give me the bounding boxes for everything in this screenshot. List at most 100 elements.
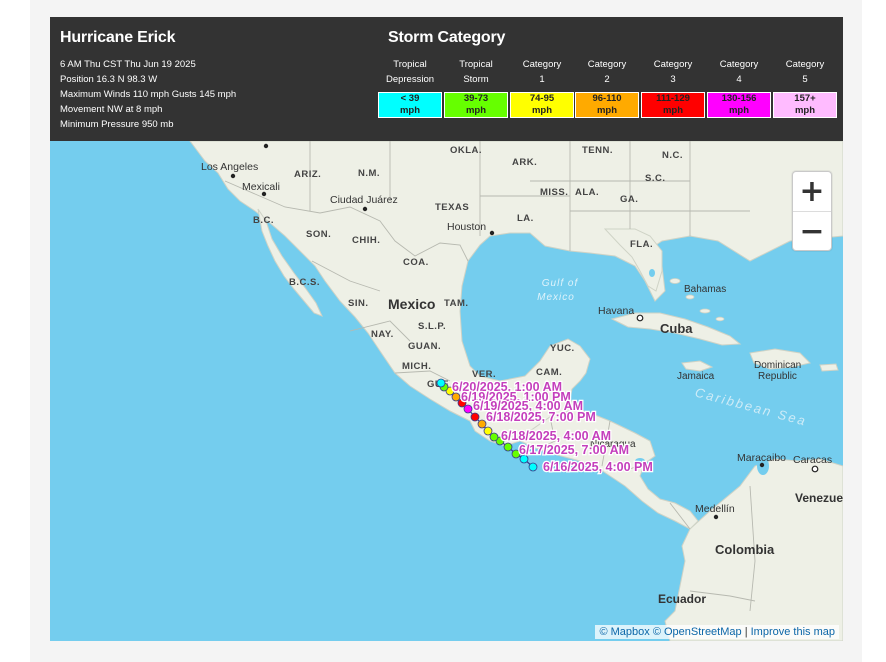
- storm-title: Hurricane Erick: [60, 29, 176, 46]
- category-swatch: 157+ mph: [773, 92, 837, 118]
- label-okla: OKLA.: [450, 145, 482, 156]
- label-havana: Havana: [598, 305, 634, 317]
- category-swatch: < 39 mph: [378, 92, 442, 118]
- category-swatch: 111-129 mph: [641, 92, 705, 118]
- label-medellin: Medellín: [695, 503, 735, 515]
- category-swatch: 39-73 mph: [444, 92, 508, 118]
- track-label: 6/18/2025, 4:00 AM: [501, 429, 611, 443]
- category-label: Category 1: [522, 59, 562, 85]
- label-los-angeles: Los Angeles: [201, 161, 258, 173]
- label-ark: ARK.: [512, 157, 537, 168]
- category-tropical-depression: Tropical Depression < 39 mph: [378, 57, 442, 118]
- label-nc: N.C.: [662, 150, 683, 161]
- category-tropical-storm: Tropical Storm 39-73 mph: [444, 57, 508, 118]
- label-bcs: B.C.S.: [289, 277, 320, 288]
- label-son: SON.: [306, 229, 331, 240]
- category-swatch: 130-156 mph: [707, 92, 771, 118]
- label-ala: ALA.: [575, 187, 599, 198]
- track-point: [503, 442, 513, 452]
- storm-min-pressure: Minimum Pressure 950 mb: [60, 119, 174, 130]
- category-label: Category 4: [719, 59, 759, 85]
- label-ariz: ARIZ.: [294, 169, 321, 180]
- caracas-capital-marker: [811, 465, 819, 473]
- category-4: Category 4 130-156 mph: [707, 57, 771, 118]
- mapbox-link[interactable]: © Mapbox: [599, 626, 649, 638]
- zoom-in-button[interactable]: +: [793, 172, 831, 211]
- label-houston: Houston: [447, 221, 486, 233]
- track-point: [470, 412, 480, 422]
- storm-movement: Movement NW at 8 mph: [60, 104, 163, 115]
- label-ciudad-juarez: Ciudad Juárez: [330, 194, 398, 206]
- map-canvas[interactable]: Gulf of Mexico Caribbean Sea Mexico Cuba…: [50, 141, 843, 641]
- puerto-rico-land: [819, 363, 839, 372]
- label-guan: GUAN.: [408, 341, 441, 352]
- gulf-label-line1: Gulf of: [542, 278, 579, 289]
- label-coa: COA.: [403, 257, 429, 268]
- storm-position: Position 16.3 N 98.3 W: [60, 74, 158, 85]
- category-title: Storm Category: [388, 29, 506, 46]
- label-maracaibo: Maracaibo: [737, 452, 786, 464]
- category-label: Category 2: [587, 59, 627, 85]
- label-chih: CHIH.: [352, 235, 380, 246]
- label-ver: VER.: [472, 369, 496, 380]
- category-label: Category 3: [653, 59, 693, 85]
- label-bahamas: Bahamas: [684, 284, 726, 295]
- label-miss: MISS.: [540, 187, 568, 198]
- osm-link[interactable]: © OpenStreetMap: [653, 626, 742, 638]
- category-2: Category 2 96-110 mph: [575, 57, 639, 118]
- label-nm: N.M.: [358, 168, 380, 179]
- track-point: [451, 392, 461, 402]
- label-ga: GA.: [620, 194, 638, 205]
- label-sc: S.C.: [645, 173, 665, 184]
- label-cuba: Cuba: [660, 321, 693, 336]
- storm-info: 6 AM Thu CST Thu Jun 19 2025 Position 16…: [60, 57, 236, 132]
- track-point: [463, 404, 473, 414]
- label-sin: SIN.: [348, 298, 368, 309]
- track-label: 6/16/2025, 4:00 PM: [543, 460, 653, 474]
- label-nay: NAY.: [371, 329, 394, 340]
- label-la: LA.: [517, 213, 534, 224]
- label-texas: TEXAS: [435, 202, 469, 213]
- category-3: Category 3 111-129 mph: [641, 57, 705, 118]
- label-tam: TAM.: [444, 298, 469, 309]
- storm-max-winds: Maximum Winds 110 mph Gusts 145 mph: [60, 89, 237, 100]
- label-yuc: YUC.: [550, 343, 575, 354]
- label-mexico: Mexico: [388, 296, 435, 312]
- zoom-control: + −: [792, 171, 832, 251]
- label-mexicali: Mexicali: [242, 181, 280, 193]
- label-colombia: Colombia: [715, 542, 775, 557]
- storm-header: Hurricane Erick 6 AM Thu CST Thu Jun 19 …: [50, 17, 843, 141]
- track-point: [528, 462, 538, 472]
- label-dominican-1: Dominican: [754, 360, 801, 371]
- storm-advisory-time: 6 AM Thu CST Thu Jun 19 2025: [60, 59, 196, 70]
- category-swatch: 74-95 mph: [510, 92, 574, 118]
- category-label: Category 5: [785, 59, 825, 85]
- label-slp: S.L.P.: [418, 321, 446, 332]
- map-attribution: © Mapbox © OpenStreetMap | Improve this …: [595, 625, 839, 639]
- label-tenn: TENN.: [582, 145, 613, 156]
- label-mich: MICH.: [402, 361, 431, 372]
- label-cam: CAM.: [536, 367, 562, 378]
- category-1: Category 1 74-95 mph: [510, 57, 574, 118]
- label-fla: FLA.: [630, 239, 653, 250]
- track-point: [477, 419, 487, 429]
- category-5: Category 5 157+ mph: [773, 57, 837, 118]
- zoom-out-button[interactable]: −: [793, 211, 831, 251]
- category-label: Tropical Storm: [459, 59, 493, 85]
- category-swatch: 96-110 mph: [575, 92, 639, 118]
- label-dominican-2: Republic: [758, 371, 797, 382]
- track-point: [489, 432, 499, 442]
- track-label: 6/18/2025, 7:00 PM: [486, 410, 596, 424]
- category-label: Tropical Depression: [385, 59, 435, 85]
- label-bc: B.C.: [253, 215, 274, 226]
- label-caracas: Caracas: [793, 454, 832, 466]
- gulf-label-line2: Mexico: [537, 292, 575, 303]
- basemap: Gulf of Mexico Caribbean Sea Mexico Cuba…: [50, 141, 843, 641]
- improve-map-link[interactable]: Improve this map: [751, 626, 835, 638]
- track-label: 6/17/2025, 7:00 AM: [519, 443, 629, 457]
- attribution-separator: |: [744, 626, 748, 638]
- label-jamaica: Jamaica: [677, 371, 715, 382]
- label-venezuela: Venezue: [795, 491, 843, 505]
- havana-capital-marker: [636, 314, 644, 322]
- label-ecuador: Ecuador: [658, 592, 706, 606]
